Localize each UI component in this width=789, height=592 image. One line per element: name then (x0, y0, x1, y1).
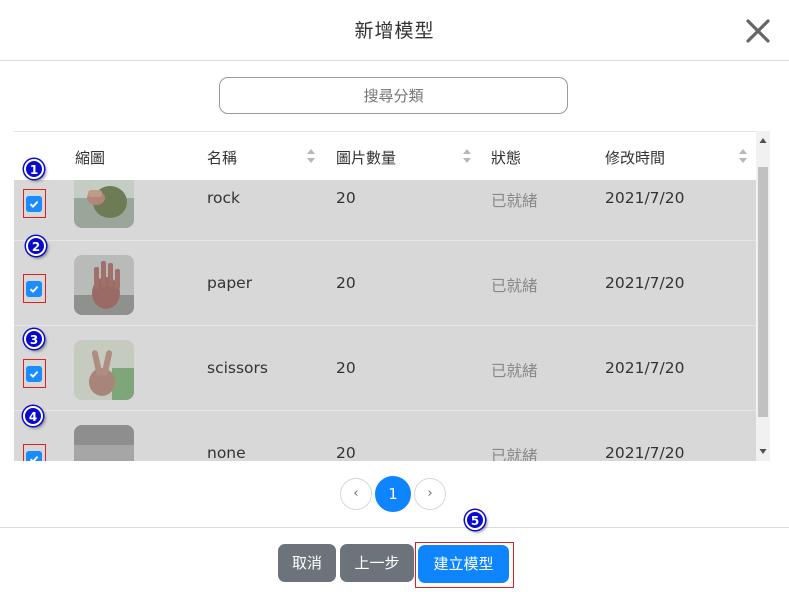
table-row[interactable]: scissors 20 已就緒 2021/7/20 (14, 326, 756, 411)
thumbnail-rock (74, 180, 134, 228)
back-button[interactable]: 上一步 (340, 544, 414, 582)
thumbnail-none (74, 425, 134, 461)
prev-page-button[interactable]: ‹ (340, 478, 372, 510)
column-status: 狀態 (491, 149, 522, 167)
cancel-button[interactable]: 取消 (278, 544, 336, 582)
row-status: 已就緒 (491, 362, 538, 380)
table-header: 縮圖 名稱 圖片數量 狀態 修改時間 (14, 131, 756, 180)
table-body: rock 20 已就緒 2021/7/20 paper 20 已就緒 2021/… (14, 180, 756, 461)
row-name: none (207, 444, 246, 461)
table-scrollbar[interactable] (756, 131, 770, 461)
row-modified: 2021/7/20 (605, 189, 685, 207)
scrollbar-thumb[interactable] (758, 167, 768, 417)
step-badge: 1 (24, 159, 44, 179)
thumbnail-scissors (74, 340, 134, 400)
step-badge: 4 (23, 406, 43, 426)
row-count: 20 (336, 444, 356, 461)
column-thumbnail: 縮圖 (75, 149, 106, 167)
step-badge: 5 (465, 510, 485, 530)
row-checkbox[interactable] (26, 451, 42, 461)
dialog-header: 新增模型 (0, 0, 789, 61)
row-checkbox[interactable] (26, 281, 42, 297)
page-1-button[interactable]: 1 (375, 476, 411, 512)
table-row[interactable]: none 20 已就緒 2021/7/20 (14, 411, 756, 461)
next-page-button[interactable]: › (414, 478, 446, 510)
row-name: paper (207, 274, 253, 292)
row-status: 已就緒 (491, 192, 538, 210)
dialog-title: 新增模型 (354, 20, 435, 42)
column-name[interactable]: 名稱 (207, 147, 237, 168)
row-status: 已就緒 (491, 447, 538, 461)
row-count: 20 (336, 359, 356, 377)
sort-icon[interactable] (306, 148, 316, 164)
row-modified: 2021/7/20 (605, 444, 685, 461)
row-checkbox[interactable] (26, 196, 42, 212)
step-badge: 2 (26, 236, 46, 256)
scroll-down-icon[interactable] (756, 444, 770, 458)
search-input[interactable] (219, 77, 568, 114)
row-count: 20 (336, 274, 356, 292)
create-model-button[interactable]: 建立模型 (418, 545, 509, 583)
row-modified: 2021/7/20 (605, 274, 685, 292)
table-row[interactable]: rock 20 已就緒 2021/7/20 (14, 180, 756, 241)
step-badge: 3 (24, 329, 44, 349)
column-modified[interactable]: 修改時間 (605, 147, 665, 168)
close-icon[interactable] (744, 17, 772, 45)
scroll-up-icon[interactable] (756, 134, 770, 148)
row-modified: 2021/7/20 (605, 359, 685, 377)
dialog-footer: 取消 上一步 建立模型 (0, 527, 789, 592)
category-table: 縮圖 名稱 圖片數量 狀態 修改時間 rock 20 已就緒 2021/7/20 (14, 131, 770, 461)
sort-icon[interactable] (738, 148, 748, 164)
column-image-count[interactable]: 圖片數量 (336, 147, 396, 168)
thumbnail-paper (74, 255, 134, 315)
row-count: 20 (336, 189, 356, 207)
row-name: scissors (207, 359, 268, 377)
row-status: 已就緒 (491, 277, 538, 295)
row-name: rock (207, 189, 241, 207)
row-checkbox[interactable] (26, 366, 42, 382)
sort-icon[interactable] (462, 148, 472, 164)
table-row[interactable]: paper 20 已就緒 2021/7/20 (14, 241, 756, 326)
